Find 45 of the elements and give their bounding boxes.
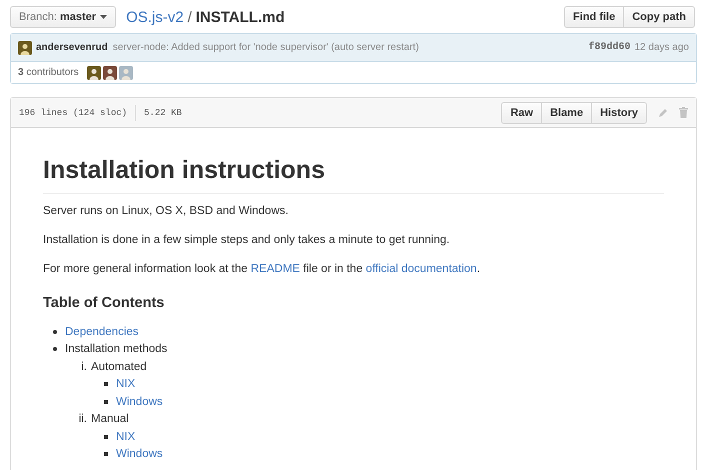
toc-link[interactable]: NIX [116,378,136,390]
file-action-button[interactable]: Find file [564,6,624,28]
toc-item: Automated [91,360,147,373]
toc-item: Manual [91,413,129,426]
paragraph: For more general information look at the README file or in the official documentation. [43,262,482,277]
file-name: INSTALL.md [196,8,285,26]
section-heading: Table of Contents [43,295,166,311]
line-count: 196 lines (124 sloc) [19,108,128,118]
paragraph: Installation is done in a few simple steps and only takes a minute to get running. [43,233,451,248]
bullet-icon [104,434,108,439]
avatar-icon[interactable] [102,66,117,80]
avatar-icon [18,40,32,54]
toc-link[interactable]: Windows [116,448,163,460]
paragraph: Server runs on Linux, OS X, BSD and Windows. [43,204,290,219]
file-view-button[interactable]: History [591,102,647,124]
list-number: i. [80,360,87,373]
bullet-icon [104,382,108,386]
commit-author[interactable]: andersevenrud [36,42,108,53]
branch-button[interactable]: Branch: master [10,6,116,28]
text-link[interactable]: README [250,263,300,275]
avatar-icon[interactable] [86,66,101,80]
file-view-button[interactable]: Blame [541,102,592,124]
bullet-icon [104,452,108,456]
path-separator: / [188,8,192,26]
commit-time: 12 days ago [634,42,689,53]
trash-icon[interactable] [679,107,688,118]
text-link[interactable]: official documentation [366,263,477,275]
toc-link[interactable]: Windows [116,396,163,408]
file-view-button[interactable]: Raw [501,102,542,124]
bullet-icon [104,400,108,404]
file-size: 5.22 KB [144,108,182,118]
repo-link[interactable]: OS.js-v2 [126,8,184,26]
list-number: ii. [78,413,87,426]
toc-link[interactable]: NIX [116,430,136,443]
file-action-button[interactable]: Copy path [623,6,695,28]
commit-sha[interactable]: f89dd60 [588,42,630,53]
toc-link[interactable]: Dependencies [65,326,139,338]
document-title: Installation instructions [43,156,664,194]
toc-item: Installation methods [65,343,168,356]
bullet-icon [53,330,57,334]
contributors-count[interactable]: 3 contributors [18,67,79,78]
commit-message[interactable]: server-node: Added support for 'node supervisor' (auto server restart) [112,42,419,53]
pencil-icon[interactable] [658,108,668,118]
caret-icon [100,15,108,19]
bullet-icon [53,347,57,352]
